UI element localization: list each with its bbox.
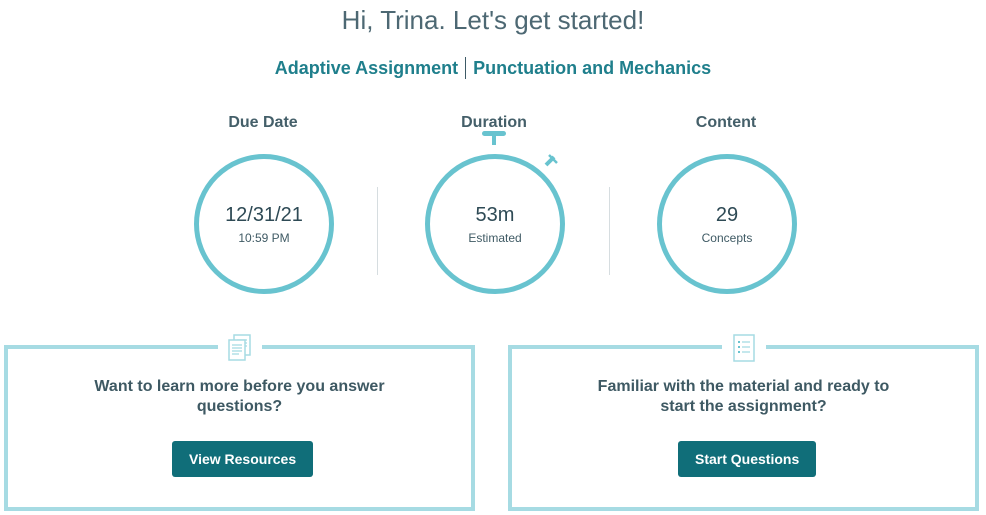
title-separator xyxy=(465,57,467,80)
assignment-type: Adaptive Assignment xyxy=(274,58,459,78)
resources-prompt-line2: questions? xyxy=(196,398,283,415)
stat-divider xyxy=(377,187,378,275)
duration-circle: 53m Estimated xyxy=(425,154,565,294)
questions-prompt-line1: Familiar with the material and ready to xyxy=(597,378,890,395)
content-value: 29 xyxy=(715,204,739,226)
questions-card: Familiar with the material and ready to … xyxy=(508,331,979,511)
resources-prompt-line1: Want to learn more before you answer xyxy=(94,378,385,395)
resources-card: Want to learn more before you answer que… xyxy=(4,331,475,511)
greeting-heading: Hi, Trina. Let's get started! xyxy=(341,5,645,35)
view-resources-button[interactable]: View Resources xyxy=(172,441,314,477)
documents-icon xyxy=(217,331,262,365)
content-label: Content xyxy=(695,114,757,131)
duration-value: 53m xyxy=(475,204,515,226)
questions-prompt-line2: start the assignment? xyxy=(660,398,827,415)
due-date-stat: Due Date 12/31/21 10:59 PM xyxy=(183,114,343,294)
duration-stat: Duration 53m Estimated xyxy=(414,114,574,294)
due-date-circle: 12/31/21 10:59 PM xyxy=(194,154,334,294)
duration-sub: Estimated xyxy=(468,231,522,245)
start-questions-button[interactable]: Start Questions xyxy=(678,441,817,477)
resources-prompt: Want to learn more before you answer que… xyxy=(8,377,471,417)
due-date-label: Due Date xyxy=(228,114,298,131)
assignment-title: Adaptive Assignment Punctuation and Mecha… xyxy=(0,57,986,80)
stat-divider xyxy=(609,187,610,275)
content-sub: Concepts xyxy=(701,231,753,245)
due-time-value: 10:59 PM xyxy=(238,231,290,245)
questions-prompt: Familiar with the material and ready to … xyxy=(512,377,975,417)
content-circle: 29 Concepts xyxy=(657,154,797,294)
due-date-value: 12/31/21 xyxy=(225,204,303,226)
checklist-icon xyxy=(721,331,766,365)
content-stat: Content 29 Concepts xyxy=(646,114,806,294)
assignment-name: Punctuation and Mechanics xyxy=(473,58,712,78)
